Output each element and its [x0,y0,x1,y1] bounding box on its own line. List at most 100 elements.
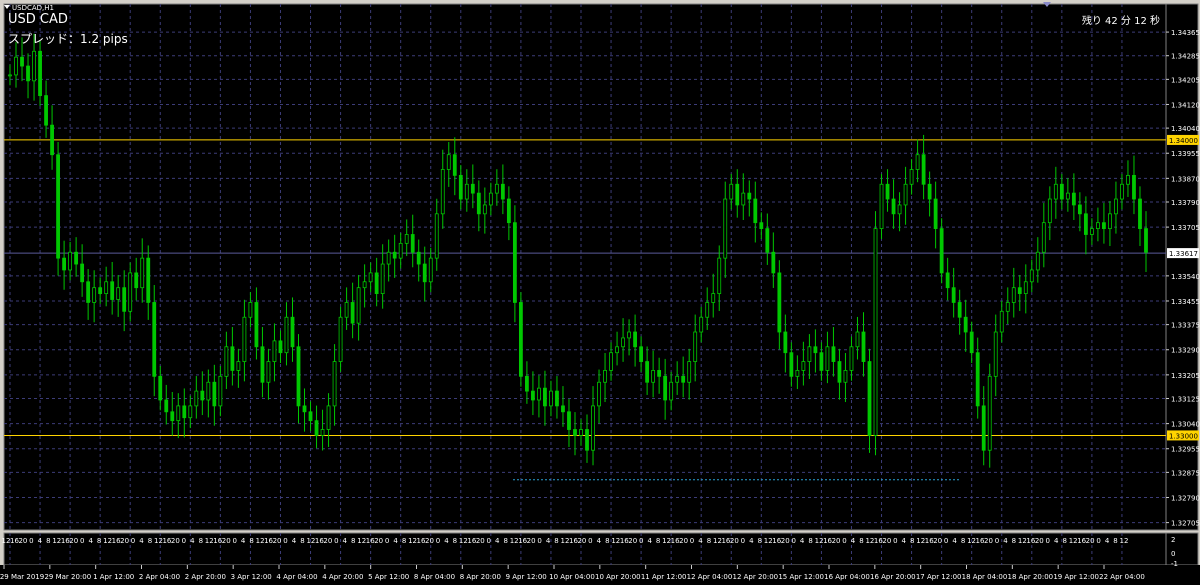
hour-tick-label: 8 [707,537,711,545]
candle [1089,228,1094,235]
candle [1083,213,1088,235]
hour-tick-label: 20 [18,537,27,545]
hour-tick-label: 8 [758,537,762,545]
candle [320,429,325,436]
candle [392,251,397,259]
hour-tick-label: 8 [554,537,558,545]
y-tick-label: 1.33870 [1171,175,1200,183]
hour-tick-label: 8 [808,537,812,545]
candle [212,381,217,407]
candle [428,257,433,283]
candle [741,192,746,206]
candle [446,154,451,170]
candle [819,352,824,371]
date-tick-label: 10 Apr 04:00 [549,573,595,581]
candle [567,411,571,430]
candle [891,198,896,215]
candle [861,331,866,362]
candle [897,204,902,215]
hour-tick-label: 8 [199,537,203,545]
candle [152,302,157,377]
candle [344,302,349,318]
hour-tick-label: 4 [800,537,805,545]
candle [350,302,355,324]
candle [1035,251,1040,271]
candle [939,228,944,274]
hour-tick-label: 20 [933,537,942,545]
y-tick-label: 1.33455 [1171,298,1200,306]
hour-tick-label: 0 [182,537,186,545]
hour-tick-label: 0 [893,537,897,545]
date-tick-label: 4 Apr 20:00 [322,573,363,581]
candle [92,287,97,303]
hour-tick-label: 20 [781,537,790,545]
candle [146,257,151,303]
hour-tick-label: 4 [495,537,500,545]
candle [585,429,589,451]
date-tick-label: 18 Apr 20:00 [1008,573,1054,581]
candle [981,405,986,451]
date-tick-label: 22 Apr 04:00 [1099,573,1145,581]
candle [825,346,830,371]
candle [579,429,583,436]
candle [206,381,211,401]
candle [1065,192,1070,200]
hour-tick-label: 20 [476,537,485,545]
candle [873,228,878,436]
candle [1029,269,1034,283]
candle [801,361,806,371]
candle [1114,198,1118,215]
candle [1144,228,1148,253]
candle [753,198,758,224]
hour-tick-label: 4 [292,537,297,545]
candle [440,169,445,215]
candle [416,251,421,265]
hour-tick-label: 8 [300,537,304,545]
candle [609,352,613,371]
candle [1077,204,1082,215]
hour-tick-label: 4 [749,537,754,545]
hour-tick-label: 8 [46,537,50,545]
candle [260,346,265,383]
candle [116,287,121,300]
date-tick-label: 29 Mar 2019 [0,573,44,581]
candle [885,183,890,200]
candle [789,352,794,377]
price-chart[interactable]: 1.34365 1.34285 1.34205 1.34120 1.34040 1.339… [0,0,1200,585]
date-tick-label: 16 Apr 20:00 [870,573,916,581]
candle [777,272,782,333]
candle [272,340,277,362]
candle [122,287,127,312]
hour-tick-label: 20 [171,537,180,545]
candle [615,346,619,354]
candle [807,346,812,362]
shift-marker-icon[interactable] [1043,2,1051,7]
candle [422,263,427,283]
candle [224,346,229,377]
level-label: 1.33000 [1169,432,1198,440]
symbol-label: USD CAD [8,12,68,27]
candle [242,316,247,362]
hour-tick-label: 20 [679,537,688,545]
candle [909,169,914,185]
symbol-dropdown-icon[interactable] [4,5,10,9]
hour-tick-label: 0 [436,537,440,545]
candle [1059,183,1064,200]
date-tick-label: 16 Apr 04:00 [824,573,870,581]
candle [506,198,511,224]
candle [999,310,1004,333]
candle [1138,198,1142,229]
current-price-label: 1.33617 [1169,250,1198,258]
candle [933,198,938,229]
hour-tick-label: 0 [80,537,84,545]
candle [128,272,133,312]
candle [74,251,79,265]
candle [1023,281,1028,294]
hour-tick-label: 0 [1046,537,1050,545]
candle [494,183,499,194]
candle [903,183,908,206]
candle [188,405,193,419]
candle [651,370,656,383]
candle [26,65,30,82]
candle [140,257,145,289]
